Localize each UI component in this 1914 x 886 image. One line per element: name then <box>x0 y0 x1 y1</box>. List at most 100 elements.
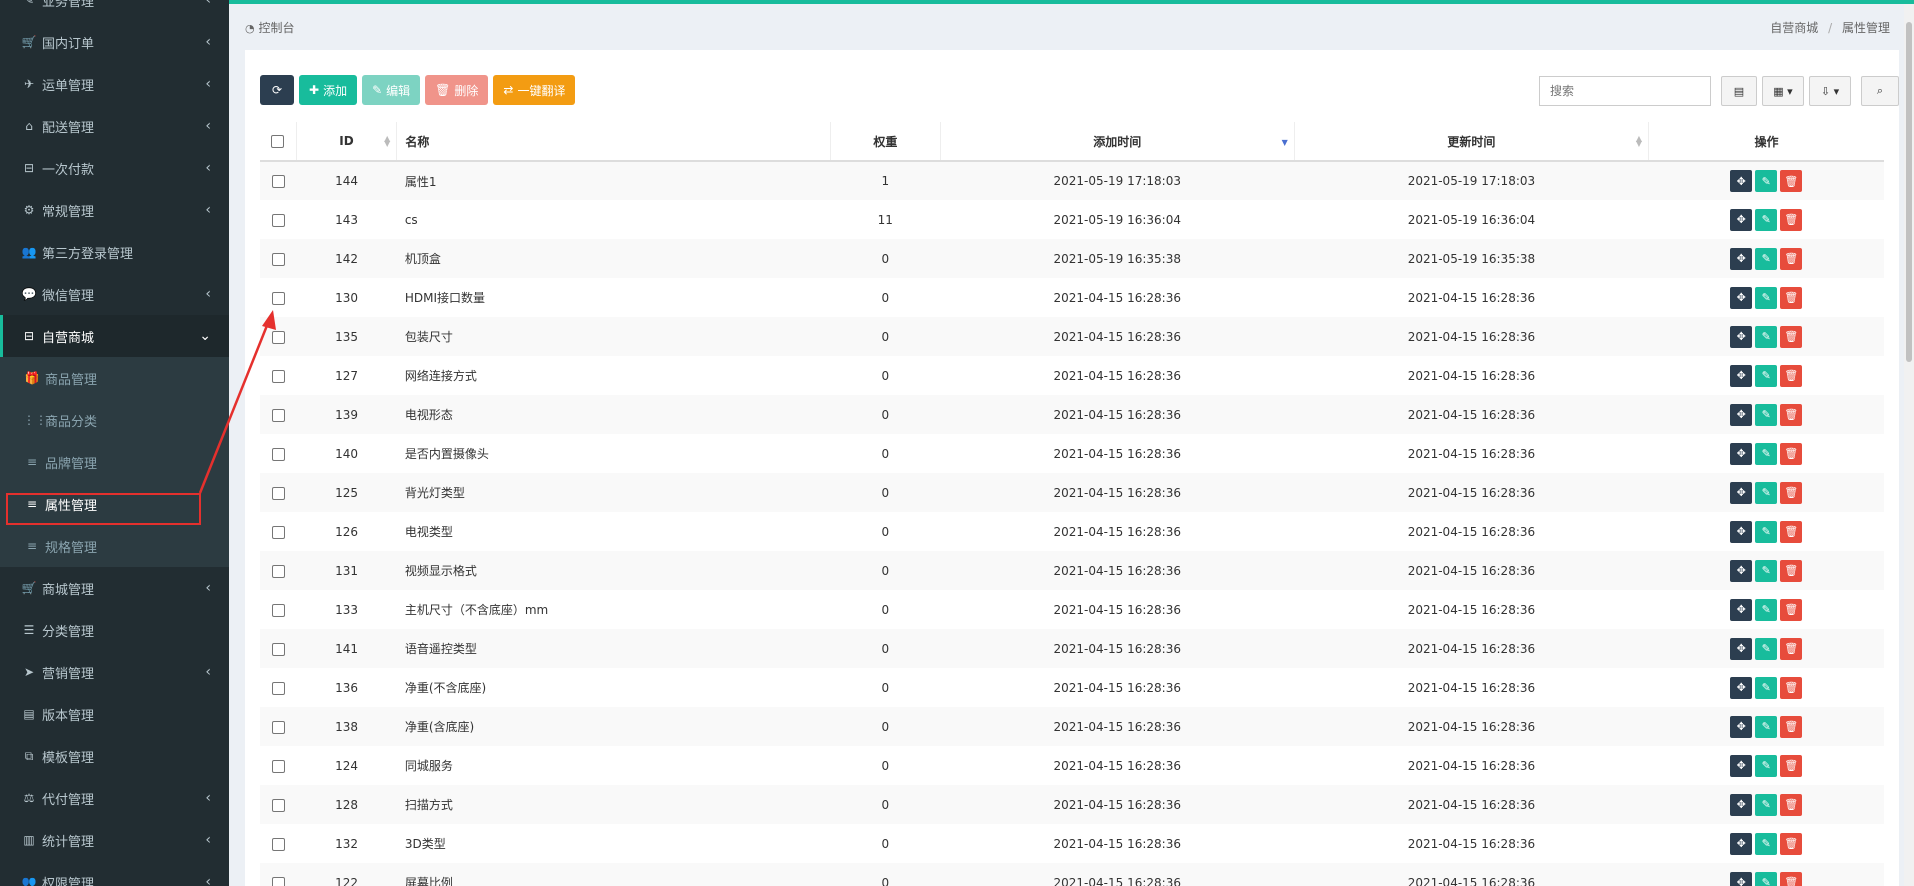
sidebar-item[interactable]: 🛒 商城管理 ‹ <box>0 567 229 609</box>
edit-pencil-icon[interactable]: ✎ <box>1755 871 1778 886</box>
row-checkbox[interactable] <box>271 603 285 617</box>
row-checkbox[interactable] <box>271 798 285 812</box>
table-row[interactable]: 130 HDMI接口数量 0 2021-04-15 16:28:36 2021-04-1… <box>260 278 1884 317</box>
edit-button[interactable]: ✎ 编辑 <box>362 75 421 105</box>
columns-dropdown-button[interactable]: ▦ ▾ <box>1762 76 1804 106</box>
table-row[interactable]: 122 屏幕比例 0 2021-04-15 16:28:36 2021-04-15 16… <box>260 863 1884 886</box>
export-dropdown-button[interactable]: ⇩ ▾ <box>1809 76 1851 106</box>
drag-move-icon[interactable]: ✥ <box>1730 247 1753 270</box>
sidebar-item[interactable]: ➤ 营销管理 ‹ <box>0 651 229 693</box>
drag-move-icon[interactable]: ✥ <box>1730 559 1753 582</box>
edit-pencil-icon[interactable]: ✎ <box>1755 442 1778 465</box>
delete-trash-icon[interactable]: 🗑 <box>1780 754 1803 777</box>
delete-trash-icon[interactable]: 🗑 <box>1780 403 1803 426</box>
drag-move-icon[interactable]: ✥ <box>1730 170 1753 192</box>
row-checkbox[interactable] <box>271 291 285 305</box>
table-row[interactable]: 124 同城服务 0 2021-04-15 16:28:36 2021-04-15 16… <box>260 746 1884 785</box>
delete-trash-icon[interactable]: 🗑 <box>1780 325 1803 348</box>
col-updated[interactable]: 更新时间 ▲ ▼ <box>1294 122 1650 162</box>
sidebar-item[interactable]: ✎ 业务管理 ‹ <box>0 0 229 21</box>
edit-pencil-icon[interactable]: ✎ <box>1755 715 1778 738</box>
row-checkbox[interactable] <box>271 837 285 851</box>
row-checkbox[interactable] <box>271 175 285 188</box>
row-checkbox[interactable] <box>271 642 285 656</box>
row-checkbox[interactable] <box>271 447 285 461</box>
delete-trash-icon[interactable]: 🗑 <box>1780 364 1803 387</box>
drag-move-icon[interactable]: ✥ <box>1730 598 1753 621</box>
edit-pencil-icon[interactable]: ✎ <box>1755 637 1778 660</box>
toggle-view-button[interactable]: ▤ <box>1721 76 1757 106</box>
table-row[interactable]: 132 3D类型 0 2021-04-15 16:28:36 2021-04-15 16… <box>260 824 1884 863</box>
search-button[interactable]: ⌕ <box>1861 76 1899 106</box>
drag-move-icon[interactable]: ✥ <box>1730 481 1753 504</box>
edit-pencil-icon[interactable]: ✎ <box>1755 832 1778 855</box>
table-row[interactable]: 143 cs 11 2021-05-19 16:36:04 2021-05-19 16:… <box>260 200 1884 239</box>
select-all-checkbox[interactable] <box>271 135 285 148</box>
table-row[interactable]: 133 主机尺寸（不含底座）mm 0 2021-04-15 16:28:36 2021-… <box>260 590 1884 629</box>
sidebar-subitem[interactable]: ≡ 规格管理 <box>0 525 229 567</box>
edit-pencil-icon[interactable]: ✎ <box>1755 754 1778 777</box>
delete-trash-icon[interactable]: 🗑 <box>1780 442 1803 465</box>
sidebar-item[interactable]: 🛒 国内订单 ‹ <box>0 21 229 63</box>
delete-trash-icon[interactable]: 🗑 <box>1780 286 1803 309</box>
row-checkbox[interactable] <box>271 330 285 344</box>
edit-pencil-icon[interactable]: ✎ <box>1755 286 1778 309</box>
drag-move-icon[interactable]: ✥ <box>1730 325 1753 348</box>
delete-trash-icon[interactable]: 🗑 <box>1780 715 1803 738</box>
table-row[interactable]: 142 机顶盒 0 2021-05-19 16:35:38 2021-05-19 16:… <box>260 239 1884 278</box>
sidebar-subitem[interactable]: 🎁 商品管理 <box>0 357 229 399</box>
delete-trash-icon[interactable]: 🗑 <box>1780 247 1803 270</box>
drag-move-icon[interactable]: ✥ <box>1730 208 1753 231</box>
breadcrumb-item-store[interactable]: 自营商城 <box>1770 21 1818 35</box>
page-scrollbar[interactable] <box>1904 4 1914 886</box>
table-row[interactable]: 128 扫描方式 0 2021-04-15 16:28:36 2021-04-15 16… <box>260 785 1884 824</box>
row-checkbox[interactable] <box>271 486 285 500</box>
table-row[interactable]: 140 是否内置摄像头 0 2021-04-15 16:28:36 2021-04-15… <box>260 434 1884 473</box>
drag-move-icon[interactable]: ✥ <box>1730 286 1753 309</box>
delete-trash-icon[interactable]: 🗑 <box>1780 676 1803 699</box>
scrollbar-thumb[interactable] <box>1906 22 1912 362</box>
row-checkbox[interactable] <box>271 525 285 539</box>
table-row[interactable]: 127 网络连接方式 0 2021-04-15 16:28:36 2021-04-15 … <box>260 356 1884 395</box>
edit-pencil-icon[interactable]: ✎ <box>1755 793 1778 816</box>
delete-trash-icon[interactable]: 🗑 <box>1780 481 1803 504</box>
translate-button[interactable]: ⇄ 一键翻译 <box>493 75 576 105</box>
drag-move-icon[interactable]: ✥ <box>1730 442 1753 465</box>
delete-trash-icon[interactable]: 🗑 <box>1780 637 1803 660</box>
delete-trash-icon[interactable]: 🗑 <box>1780 871 1803 886</box>
drag-move-icon[interactable]: ✥ <box>1730 403 1753 426</box>
sidebar-item[interactable]: ⚖ 代付管理 ‹ <box>0 777 229 819</box>
table-row[interactable]: 126 电视类型 0 2021-04-15 16:28:36 2021-04-15 16… <box>260 512 1884 551</box>
sidebar-subitem[interactable]: ≡ 品牌管理 <box>0 441 229 483</box>
search-input[interactable] <box>1539 76 1711 106</box>
sidebar-item[interactable]: 💬 微信管理 ‹ <box>0 273 229 315</box>
delete-trash-icon[interactable]: 🗑 <box>1780 520 1803 543</box>
sidebar-item[interactable]: ⊟ 一次付款 ‹ <box>0 147 229 189</box>
delete-trash-icon[interactable]: 🗑 <box>1780 832 1803 855</box>
sidebar-item[interactable]: 👥 第三方登录管理 <box>0 231 229 273</box>
sidebar-item[interactable]: ▤ 版本管理 <box>0 693 229 735</box>
sidebar-item[interactable]: ⧉ 模板管理 <box>0 735 229 777</box>
table-row[interactable]: 136 净重(不含底座) 0 2021-04-15 16:28:36 2021-04-1… <box>260 668 1884 707</box>
sidebar-item[interactable]: ⊟ 自营商城 ⌄ <box>0 315 229 357</box>
edit-pencil-icon[interactable]: ✎ <box>1755 559 1778 582</box>
row-checkbox[interactable] <box>271 720 285 734</box>
console-link[interactable]: ◔ 控制台 <box>245 19 294 36</box>
row-checkbox[interactable] <box>271 252 285 266</box>
delete-trash-icon[interactable]: 🗑 <box>1780 793 1803 816</box>
edit-pencil-icon[interactable]: ✎ <box>1755 364 1778 387</box>
sidebar-item[interactable]: ✈ 运单管理 ‹ <box>0 63 229 105</box>
col-created[interactable]: 添加时间 ▼ <box>940 122 1295 162</box>
edit-pencil-icon[interactable]: ✎ <box>1755 598 1778 621</box>
drag-move-icon[interactable]: ✥ <box>1730 793 1753 816</box>
table-row[interactable]: 135 包装尺寸 0 2021-04-15 16:28:36 2021-04-15 16… <box>260 317 1884 356</box>
sidebar-item[interactable]: ▥ 统计管理 ‹ <box>0 819 229 861</box>
drag-move-icon[interactable]: ✥ <box>1730 754 1753 777</box>
edit-pencil-icon[interactable]: ✎ <box>1755 325 1778 348</box>
row-checkbox[interactable] <box>271 369 285 383</box>
edit-pencil-icon[interactable]: ✎ <box>1755 403 1778 426</box>
sidebar-item[interactable]: ☰ 分类管理 <box>0 609 229 651</box>
sidebar-item[interactable]: ⚙ 常规管理 ‹ <box>0 189 229 231</box>
table-row[interactable]: 144 属性1 1 2021-05-19 17:18:03 2021-05-19 17:… <box>260 161 1884 200</box>
table-row[interactable]: 138 净重(含底座) 0 2021-04-15 16:28:36 2021-04-15… <box>260 707 1884 746</box>
